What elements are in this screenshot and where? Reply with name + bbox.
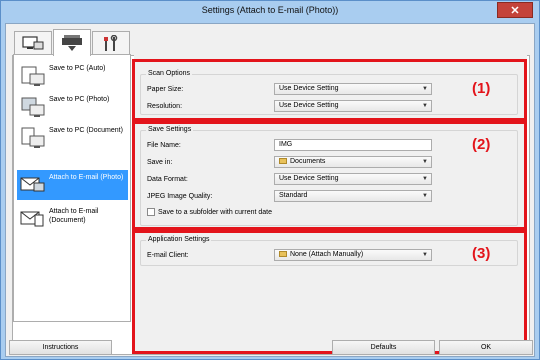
save-in-select[interactable]: Documents ▼ (274, 156, 432, 168)
tools-icon (104, 34, 118, 51)
email-client-select[interactable]: None (Attach Manually) ▼ (274, 249, 432, 261)
data-format-label: Data Format: (147, 176, 188, 183)
title-bar[interactable]: Settings (Attach to E-mail (Photo)) ✕ (1, 1, 539, 23)
chevron-down-icon: ▼ (422, 252, 428, 258)
sidebar-item-label: Attach to E-mail (Document) (49, 208, 99, 224)
scanner-icon (62, 35, 82, 51)
close-icon: ✕ (510, 5, 520, 17)
email-client-icon (279, 251, 287, 258)
chevron-down-icon: ▼ (422, 86, 428, 92)
save-to-pc-photo-icon (21, 97, 45, 117)
email-photo-icon (20, 177, 45, 192)
chevron-down-icon: ▼ (422, 103, 428, 109)
settings-window: Settings (Attach to E-mail (Photo)) ✕ Sa… (0, 0, 540, 360)
file-name-input[interactable]: IMG (274, 139, 432, 151)
application-settings-title: Application Settings (146, 236, 212, 243)
callout-3: (3) (472, 245, 491, 262)
dialog-body: Save to PC (Auto) Save to PC (Photo) Sav… (5, 23, 535, 357)
tab-general-settings[interactable] (92, 31, 130, 55)
file-name-label: File Name: (147, 142, 181, 149)
save-in-label: Save in: (147, 159, 173, 166)
jpeg-quality-value: Standard (279, 192, 308, 199)
paper-size-value: Use Device Setting (279, 85, 339, 92)
sidebar-item-label: Save to PC (Document) (49, 127, 123, 134)
email-document-icon (20, 211, 44, 227)
sidebar-item-save-to-pc-photo[interactable]: Save to PC (Photo) (17, 92, 128, 122)
sidebar-item-label: Save to PC (Photo) (49, 96, 110, 103)
defaults-button[interactable]: Defaults (332, 340, 435, 355)
sidebar-item-save-to-pc-auto[interactable]: Save to PC (Auto) (17, 61, 128, 91)
jpeg-quality-select[interactable]: Standard ▼ (274, 190, 432, 202)
chevron-down-icon: ▼ (422, 159, 428, 165)
chevron-down-icon: ▼ (422, 176, 428, 182)
scan-from-computer-icon (22, 35, 44, 49)
window-title: Settings (Attach to E-mail (Photo)) (201, 5, 339, 15)
jpeg-quality-label: JPEG Image Quality: (147, 193, 213, 200)
sidebar-item-attach-to-email-document[interactable]: Attach to E-mail (Document) (17, 204, 128, 234)
save-settings-title: Save Settings (146, 126, 194, 133)
save-to-pc-auto-icon (21, 66, 45, 86)
scan-options-title: Scan Options (146, 70, 193, 77)
subfolder-label: Save to a subfolder with current date (158, 209, 273, 216)
folder-icon (279, 158, 287, 165)
email-client-label: E-mail Client: (147, 252, 189, 259)
paper-size-select[interactable]: Use Device Setting ▼ (274, 83, 432, 95)
resolution-value: Use Device Setting (279, 102, 339, 109)
tab-scan-from-computer[interactable] (14, 31, 52, 55)
sidebar-item-label: Attach to E-mail (Photo) (49, 174, 124, 181)
callout-1: (1) (472, 80, 491, 97)
sidebar-item-label: Save to PC (Auto) (49, 65, 106, 72)
resolution-label: Resolution: (147, 103, 183, 110)
scan-type-list: Save to PC (Auto) Save to PC (Photo) Sav… (13, 54, 131, 322)
close-button[interactable]: ✕ (497, 2, 533, 18)
tab-scan-from-operation-panel[interactable] (53, 29, 91, 56)
chevron-down-icon: ▼ (422, 193, 428, 199)
subfolder-checkbox[interactable] (147, 208, 155, 216)
save-to-pc-document-icon (21, 127, 45, 148)
data-format-select[interactable]: Use Device Setting ▼ (274, 173, 432, 185)
data-format-value: Use Device Setting (279, 175, 339, 182)
sidebar-item-attach-to-email-photo[interactable]: Attach to E-mail (Photo) (17, 170, 128, 200)
resolution-select[interactable]: Use Device Setting ▼ (274, 100, 432, 112)
instructions-button[interactable]: Instructions (9, 340, 112, 355)
email-client-value: None (Attach Manually) (290, 251, 364, 258)
sidebar-item-save-to-pc-document[interactable]: Save to PC (Document) (17, 123, 128, 153)
save-in-value: Documents (290, 158, 326, 165)
ok-button[interactable]: OK (439, 340, 533, 355)
callout-2: (2) (472, 136, 491, 153)
paper-size-label: Paper Size: (147, 86, 184, 93)
